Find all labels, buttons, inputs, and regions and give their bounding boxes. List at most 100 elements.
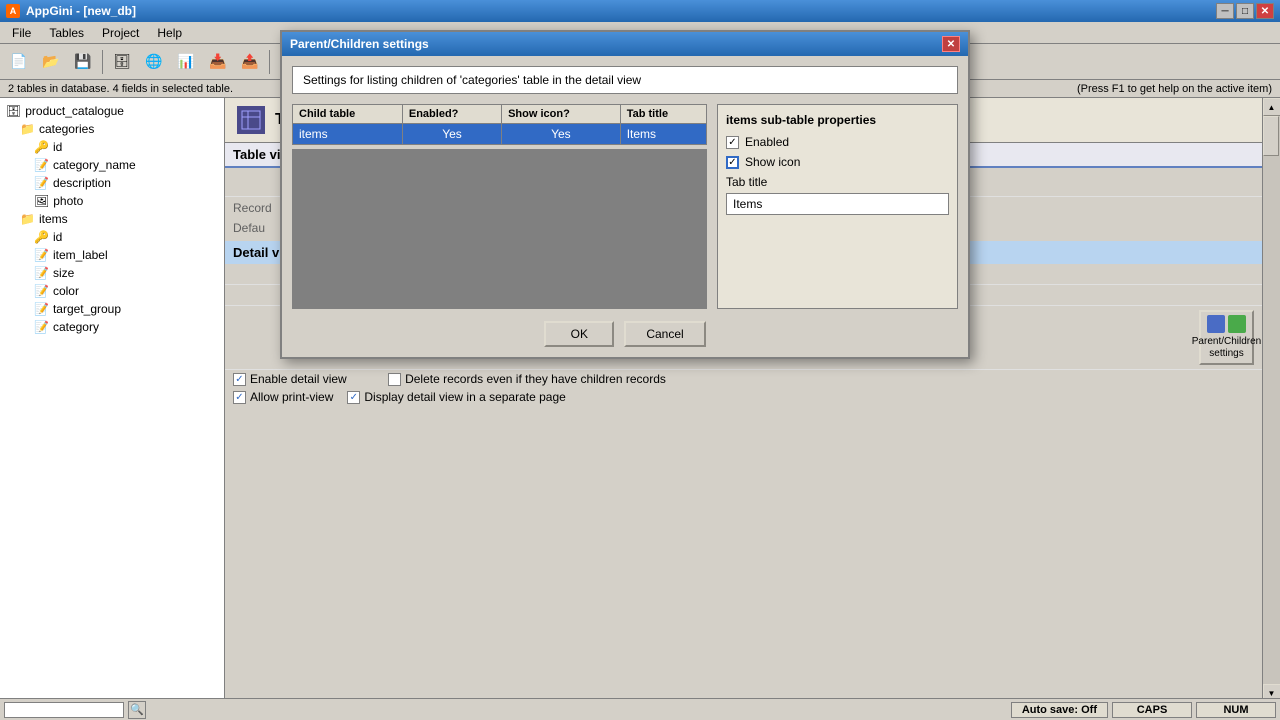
tab-title-section: Tab title [726,175,949,215]
show-icon-row: ✓ Show icon [726,155,949,169]
caps-indicator: CAPS [1112,702,1192,718]
key-icon-2: 🔑 [34,230,49,244]
sidebar-label-id-1: id [53,140,62,154]
sidebar-label-item-label: item_label [53,248,108,262]
table-row[interactable]: items Yes Yes Items [293,124,707,145]
import-button[interactable]: 📥 [203,48,233,76]
folder-icon: 📁 [20,122,35,136]
minimize-button[interactable]: ─ [1216,3,1234,19]
cell-enabled: Yes [402,124,501,145]
show-icon-checkbox[interactable]: ✓ [726,156,739,169]
sidebar-label-categories: categories [39,122,94,136]
text-icon: 📝 [34,158,49,172]
sidebar-label-category-name: category_name [53,158,136,172]
text-icon-7: 📝 [34,320,49,334]
menu-project[interactable]: Project [94,24,147,42]
text-icon-6: 📝 [34,302,49,316]
sidebar-item-id-2[interactable]: 🔑 id [4,228,220,246]
ok-button[interactable]: OK [544,321,614,347]
sidebar-item-photo[interactable]: 🖼 photo [4,192,220,210]
scroll-track[interactable] [1263,116,1280,684]
maximize-button[interactable]: □ [1236,3,1254,19]
status-left: 2 tables in database. 4 fields in select… [8,83,233,95]
photo-icon: 🖼 [34,194,49,208]
export-button[interactable]: 📤 [235,48,265,76]
new-button[interactable]: 📄 [4,48,34,76]
sidebar-item-id-1[interactable]: 🔑 id [4,138,220,156]
app-title: AppGini - [new_db] [26,4,1210,18]
modal-desc-text: Settings for listing children of 'catego… [303,73,641,87]
modal-body: Settings for listing children of 'catego… [282,56,968,357]
display-detail-separate-checkbox[interactable]: ✓ [347,391,360,404]
sidebar-item-product-catalogue[interactable]: 🗄 product_catalogue [4,102,220,120]
allow-print-label: Allow print-view [250,390,333,404]
sidebar-item-items[interactable]: 📁 items [4,210,220,228]
text-icon-4: 📝 [34,266,49,280]
sidebar-item-categories[interactable]: 📁 categories [4,120,220,138]
save-button[interactable]: 💾 [68,48,98,76]
folder-icon-2: 📁 [20,212,35,226]
col-child-table: Child table [293,105,403,124]
database-button[interactable]: 🗄 [107,48,137,76]
sidebar-label-size: size [53,266,74,280]
text-icon-2: 📝 [34,176,49,190]
sidebar-item-category[interactable]: 📝 category [4,318,220,336]
tab-title-label: Tab title [726,175,949,189]
scroll-thumb[interactable] [1263,116,1279,156]
text-icon-5: 📝 [34,284,49,298]
vertical-scrollbar[interactable]: ▲ ▼ [1262,98,1280,702]
search-area: 🔍 [4,701,146,719]
web-button[interactable]: 🌐 [139,48,169,76]
pc-btn-label: Parent/Childrensettings [1192,336,1261,360]
enabled-row: ✓ Enabled [726,135,949,149]
search-button[interactable]: 🔍 [128,701,146,719]
cancel-button[interactable]: Cancel [624,321,705,347]
scroll-up[interactable]: ▲ [1263,98,1280,116]
delete-records-checkbox[interactable] [388,373,401,386]
record-label: Record [233,201,272,215]
sidebar-item-category-name[interactable]: 📝 category_name [4,156,220,174]
delete-records-label: Delete records even if they have childre… [405,372,666,386]
auto-save-indicator: Auto save: Off [1011,702,1108,718]
menu-tables[interactable]: Tables [41,24,92,42]
menu-help[interactable]: Help [149,24,190,42]
open-button[interactable]: 📂 [36,48,66,76]
modal-content: Child table Enabled? Show icon? Tab titl… [292,104,958,309]
search-input[interactable] [4,702,124,718]
tab-title-input[interactable] [726,193,949,215]
enable-detail-view-label: Enable detail view [250,372,347,386]
table-button[interactable]: 📊 [171,48,201,76]
modal-close-button[interactable]: ✕ [942,36,960,52]
sidebar-item-description[interactable]: 📝 description [4,174,220,192]
sidebar-item-target-group[interactable]: 📝 target_group [4,300,220,318]
pc-icon-green [1228,315,1246,333]
table-icon [237,106,265,134]
pc-icon-blue [1207,315,1225,333]
sidebar-label-target-group: target_group [53,302,121,316]
app-icon: A [6,4,20,18]
col-tab-title: Tab title [620,105,706,124]
modal-buttons: OK Cancel [292,321,958,347]
num-indicator: NUM [1196,702,1276,718]
col-show-icon: Show icon? [502,105,621,124]
status-right: (Press F1 to get help on the active item… [1077,83,1272,95]
parent-children-settings-button[interactable]: Parent/Childrensettings [1199,310,1254,365]
menu-file[interactable]: File [4,24,39,42]
sidebar-label-photo: photo [53,194,83,208]
enabled-checkbox[interactable]: ✓ [726,136,739,149]
sidebar-item-size[interactable]: 📝 size [4,264,220,282]
sidebar-label-product-catalogue: product_catalogue [25,104,124,118]
modal-left: Child table Enabled? Show icon? Tab titl… [292,104,707,309]
allow-print-checkbox[interactable]: ✓ [233,391,246,404]
sidebar-item-color[interactable]: 📝 color [4,282,220,300]
database-icon: 🗄 [6,104,21,118]
close-button[interactable]: ✕ [1256,3,1274,19]
modal-dialog: Parent/Children settings ✕ Settings for … [280,30,970,359]
sidebar-label-id-2: id [53,230,62,244]
cell-child-table: items [293,124,403,145]
sidebar-label-items: items [39,212,68,226]
enable-detail-view-checkbox[interactable]: ✓ [233,373,246,386]
child-table: Child table Enabled? Show icon? Tab titl… [292,104,707,145]
sidebar-item-item-label[interactable]: 📝 item_label [4,246,220,264]
detail-section-title: Detail v [233,245,279,260]
